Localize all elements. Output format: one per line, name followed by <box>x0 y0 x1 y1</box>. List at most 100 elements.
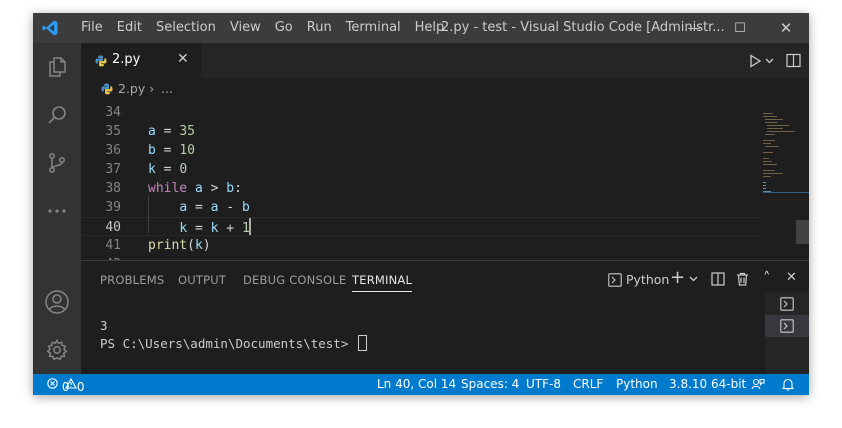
line-code: a = a - b <box>179 200 250 215</box>
terminal-cursor <box>357 335 367 351</box>
terminal-tabs-list <box>765 293 809 375</box>
terminal-instance-2[interactable] <box>765 315 809 337</box>
tab-terminal[interactable]: TERMINAL <box>352 273 413 292</box>
gear-icon <box>46 339 68 361</box>
code-line[interactable]: 35 a = 35 <box>81 122 761 141</box>
code-line[interactable]: 38 while a > b: <box>81 179 761 198</box>
terminal-instance-icon <box>780 319 794 333</box>
code-line[interactable]: 41 print(k) <box>81 236 761 255</box>
maximize-panel-button[interactable]: ˄ <box>763 269 771 287</box>
editor-tabs: 2.py ✕ <box>81 43 809 78</box>
account-icon <box>45 290 69 314</box>
activity-bar <box>33 43 81 374</box>
trash-icon[interactable] <box>736 272 749 286</box>
split-editor-icon[interactable] <box>786 53 801 68</box>
search-button[interactable] <box>33 91 81 139</box>
breadcrumb-file[interactable]: 2.py › <box>118 81 154 96</box>
menu-selection[interactable]: Selection <box>149 13 223 43</box>
vscode-logo-icon <box>42 20 58 36</box>
language-mode[interactable]: Python <box>616 377 658 391</box>
more-views-button[interactable] <box>33 187 81 235</box>
line-number: 34 <box>105 105 121 120</box>
terminal-name[interactable]: Python <box>626 272 669 287</box>
status-bar: 0 0 Ln 40, Col 14 Spaces: 4 UTF-8 CRLF P… <box>33 374 809 395</box>
breadcrumb: 2.py › ... <box>81 78 809 100</box>
tab-output[interactable]: OUTPUT <box>178 273 226 287</box>
python-interpreter[interactable]: 3.8.10 64-bit <box>669 377 746 391</box>
vscode-window: File Edit Selection View Go Run Terminal… <box>33 13 809 395</box>
breadcrumb-python-icon <box>101 83 113 95</box>
line-number: 39 <box>105 200 121 215</box>
run-chevron-down-icon[interactable] <box>765 57 774 65</box>
indent-guide <box>148 195 149 233</box>
text-cursor <box>248 218 251 235</box>
tab-label: 2.py <box>112 52 141 67</box>
terminal-profile-chevron-down-icon[interactable] <box>689 275 698 283</box>
line-number: 38 <box>105 181 121 196</box>
minimize-button[interactable]: — <box>671 13 717 43</box>
error-count: 0 <box>61 380 70 394</box>
line-number: 37 <box>105 162 121 177</box>
error-icon <box>47 378 58 389</box>
menu-edit[interactable]: Edit <box>110 13 149 43</box>
source-control-button[interactable] <box>33 139 81 187</box>
code-line[interactable]: 39 a = a - b <box>81 198 761 217</box>
editor-scrollbar-thumb[interactable] <box>796 220 809 244</box>
line-code: k = k + 1 <box>148 218 251 238</box>
line-code: while a > b: <box>148 181 242 196</box>
line-code: print(k) <box>148 238 211 253</box>
menu-go[interactable]: Go <box>268 13 300 43</box>
line-number: 36 <box>105 143 121 158</box>
terminal-instance-icon <box>780 297 794 311</box>
ellipsis-icon <box>48 209 66 213</box>
terminal-prompt: PS C:\Users\admin\Documents\test> <box>100 336 356 351</box>
code-line[interactable]: 34 <box>81 103 761 122</box>
bottom-panel: PROBLEMS OUTPUT DEBUG CONSOLE TERMINAL P… <box>81 260 809 375</box>
eol-status[interactable]: CRLF <box>573 377 603 391</box>
menu-file[interactable]: File <box>74 13 110 43</box>
code-line[interactable]: 36 b = 10 <box>81 141 761 160</box>
terminal-output-line: 3 <box>100 318 108 333</box>
line-code: a = 35 <box>148 124 195 139</box>
terminal-prompt-line[interactable]: PS C:\Users\admin\Documents\test> <box>100 335 367 351</box>
cursor-position[interactable]: Ln 40, Col 14 <box>377 377 456 391</box>
line-number: 35 <box>105 124 121 139</box>
encoding-status[interactable]: UTF-8 <box>526 377 561 391</box>
new-terminal-button[interactable]: + <box>670 267 685 288</box>
terminal-icon <box>608 273 622 287</box>
search-icon <box>48 106 66 124</box>
line-code: k = 0 <box>148 162 188 177</box>
python-file-icon <box>95 55 107 67</box>
notifications-bell-icon[interactable] <box>782 378 794 391</box>
tab-close-button[interactable]: ✕ <box>177 51 189 67</box>
menu-run[interactable]: Run <box>300 13 339 43</box>
files-icon <box>49 57 66 77</box>
maximize-button[interactable]: ☐ <box>717 13 763 43</box>
explorer-button[interactable] <box>33 43 81 91</box>
run-python-file-icon[interactable] <box>748 54 762 68</box>
feedback-icon[interactable] <box>751 378 765 391</box>
manage-button[interactable] <box>33 326 81 374</box>
problems-status[interactable]: 0 0 <box>47 377 84 394</box>
menu-view[interactable]: View <box>223 13 268 43</box>
line-number: 40 <box>105 220 121 235</box>
code-line[interactable]: 40 k = k + 1 <box>81 217 761 236</box>
tab-problems[interactable]: PROBLEMS <box>100 273 164 287</box>
tab-debug-console[interactable]: DEBUG CONSOLE <box>243 273 346 287</box>
breadcrumb-symbols[interactable]: ... <box>161 81 173 96</box>
menu-bar: File Edit Selection View Go Run Terminal… <box>74 13 451 43</box>
terminal-instance-1[interactable] <box>765 293 809 315</box>
accounts-button[interactable] <box>33 278 81 326</box>
close-panel-button[interactable]: ✕ <box>786 270 797 285</box>
menu-terminal[interactable]: Terminal <box>339 13 408 43</box>
split-terminal-icon[interactable] <box>711 272 725 286</box>
tab-2-py[interactable]: 2.py ✕ <box>81 43 201 78</box>
close-window-button[interactable]: ✕ <box>763 13 809 43</box>
source-control-icon <box>49 153 65 173</box>
code-editor[interactable]: 34 35 a = 35 36 b = 10 37 k = 0 38 while a > b: 3… <box>81 100 809 260</box>
code-line[interactable]: 37 k = 0 <box>81 160 761 179</box>
title-bar: File Edit Selection View Go Run Terminal… <box>33 13 809 43</box>
indentation-status[interactable]: Spaces: 4 <box>461 377 519 391</box>
breadcrumb-separator-icon: › <box>149 81 155 96</box>
warning-count: 0 <box>76 380 85 394</box>
